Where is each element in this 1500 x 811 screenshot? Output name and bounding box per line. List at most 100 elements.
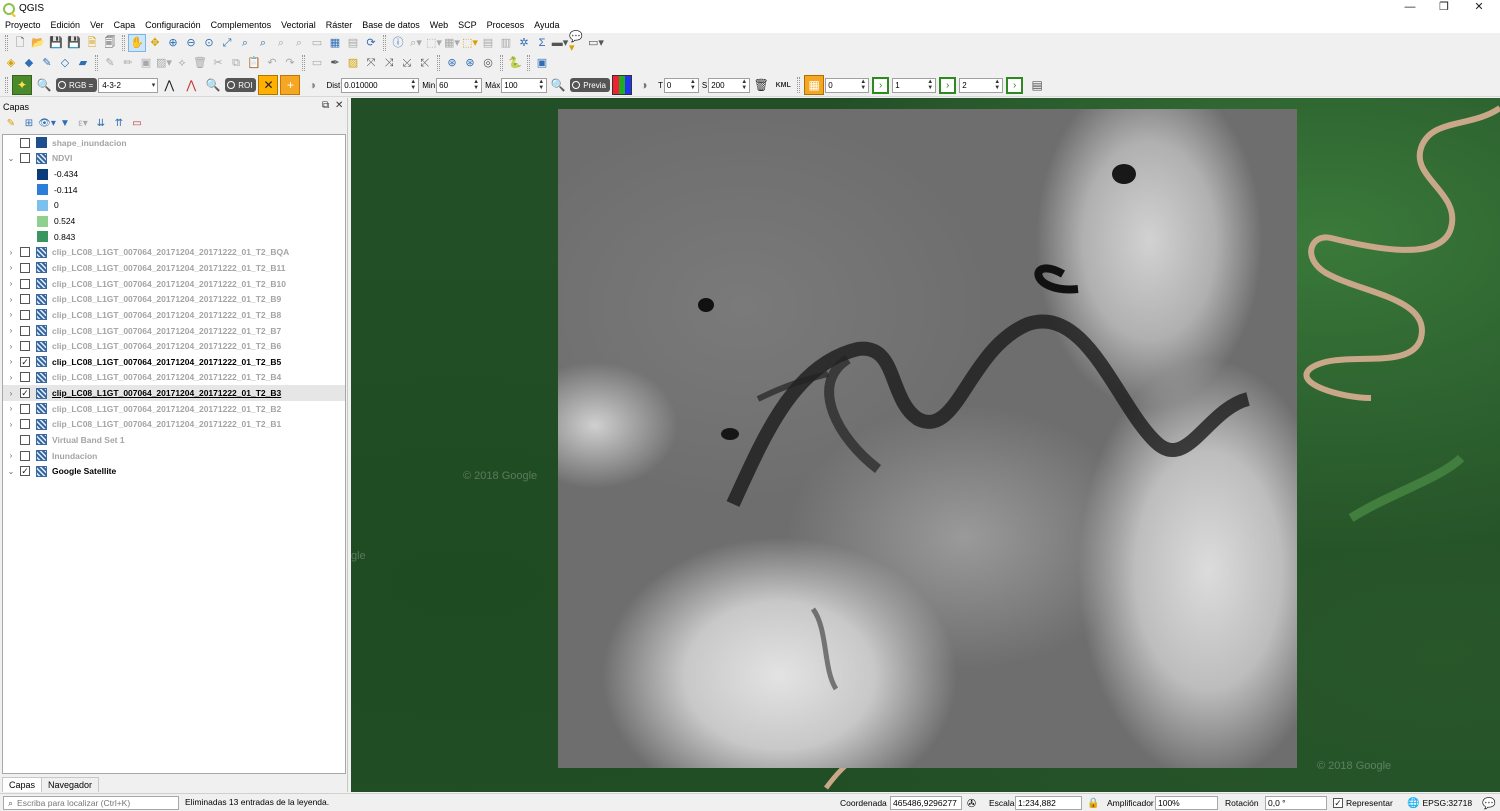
rotate-label-icon[interactable]: ⤨ [380, 54, 398, 72]
zoom-selection-icon[interactable]: ⌕ [236, 34, 254, 52]
menu-ver[interactable]: Ver [85, 17, 109, 33]
expand-chevron-icon[interactable]: › [7, 310, 15, 319]
change-label-icon[interactable]: ⤩ [398, 54, 416, 72]
zoom-native-icon[interactable]: ⊙ [200, 34, 218, 52]
add-roi-icon[interactable]: + [280, 75, 301, 95]
filter-legend-icon[interactable]: ▼ [56, 116, 74, 132]
new-project-icon[interactable]: 🗋 [11, 34, 29, 52]
save-project-icon[interactable]: 💾 [47, 34, 65, 52]
create-roi-icon[interactable]: ✕ [258, 75, 279, 95]
redo-roi-icon[interactable]: ◑ [302, 75, 322, 95]
attribute-table-icon[interactable]: ▤ [479, 34, 497, 52]
layer-row[interactable]: › clip_LC08_L1GT_007064_20171204_20171222… [3, 307, 345, 323]
layer-row[interactable]: › clip_LC08_L1GT_007064_20171204_20171222… [3, 291, 345, 307]
band-3-spinbox[interactable]: 2 ▲ ▼ [959, 77, 1004, 93]
copy-features-icon[interactable]: ⧉ [227, 54, 245, 72]
save-as-icon[interactable]: 💾 [65, 34, 83, 52]
menu-proyecto[interactable]: Proyecto [0, 17, 46, 33]
layer-visibility-checkbox[interactable] [20, 419, 30, 430]
layer-row[interactable]: ⌄ ✓ Google Satellite [3, 463, 345, 479]
lock-scale-icon[interactable]: 🔒 [1087, 796, 1099, 810]
expand-chevron-icon[interactable]: › [7, 357, 15, 366]
refresh-icon[interactable]: ⟳ [362, 34, 380, 52]
show-bookmarks-icon[interactable]: ▦ [326, 34, 344, 52]
min-spinbox[interactable]: 60 ▲ ▼ [436, 77, 483, 93]
scp-home-icon[interactable]: ✦ [12, 75, 32, 95]
print-layout-icon[interactable]: 🗎 [83, 34, 101, 52]
select-by-area-icon[interactable]: ⬚▾ [425, 34, 443, 52]
layer-row[interactable]: › clip_LC08_L1GT_007064_20171204_20171222… [3, 276, 345, 292]
t-spinbox[interactable]: 0 ▲ ▼ [663, 77, 699, 93]
add-group-icon[interactable]: ⊞ [20, 116, 38, 132]
remove-layer-icon[interactable]: ▭ [128, 116, 146, 132]
layer-visibility-checkbox[interactable] [20, 262, 30, 273]
delete-selected-icon[interactable]: 🗑 [191, 54, 209, 72]
float-panel-icon[interactable]: ⧉ [322, 100, 329, 112]
layer-row[interactable]: › ✓ clip_LC08_L1GT_007064_20171204_2017122… [3, 385, 345, 401]
text-annotation-icon[interactable]: 💬▾ [569, 32, 587, 54]
cut-features-icon[interactable]: ✂ [209, 54, 227, 72]
help-icon[interactable]: ▣ [533, 54, 551, 72]
expand-chevron-icon[interactable]: › [7, 248, 15, 257]
menu-capa[interactable]: Capa [109, 17, 141, 33]
menu-complementos[interactable]: Complementos [206, 17, 277, 33]
layer-row[interactable]: › clip_LC08_L1GT_007064_20171204_20171222… [3, 260, 345, 276]
messages-icon[interactable]: 💬 [1482, 796, 1496, 810]
s-spinbox[interactable]: 200 ▲ ▼ [708, 77, 751, 93]
layer-row[interactable]: › clip_LC08_L1GT_007064_20171204_20171222… [3, 323, 345, 339]
band-2-apply-button[interactable]: › [939, 76, 957, 94]
local-std-dev-icon[interactable]: ⋀ [181, 75, 201, 95]
expand-chevron-icon[interactable]: › [7, 373, 15, 382]
manage-themes-icon[interactable]: 👁▾ [38, 116, 56, 132]
add-database-icon[interactable]: ▰ [74, 54, 92, 72]
menu-procesos[interactable]: Procesos [482, 17, 530, 33]
zoom-out-icon[interactable]: ⊖ [182, 34, 200, 52]
scp-zoom-input-icon[interactable]: 🔍 [34, 75, 54, 95]
layer-visibility-checkbox[interactable]: ✓ [20, 466, 30, 477]
maximize-button[interactable]: ❐ [1429, 0, 1459, 17]
layout-manager-icon[interactable]: 🗐 [101, 34, 119, 52]
dist-spinbox[interactable]: 0.010000 ▲ ▼ [341, 77, 420, 93]
open-project-icon[interactable]: 📂 [29, 34, 47, 52]
locator-search[interactable]: ⌕ Escriba para localizar (Ctrl+K) [3, 796, 179, 810]
show-hide-labels-icon[interactable]: ⤪ [416, 54, 434, 72]
layer-row[interactable]: › clip_LC08_L1GT_007064_20171204_20171222… [3, 338, 345, 354]
pan-to-selection-icon[interactable]: ✥ [146, 34, 164, 52]
expand-chevron-icon[interactable]: ⌄ [7, 467, 15, 476]
plugin-globe-icon[interactable]: ⊛ [443, 54, 461, 72]
measure-icon[interactable]: ▬▾ [551, 34, 569, 52]
band-3-apply-button[interactable]: › [1006, 76, 1024, 94]
magnifier-spinbox[interactable]: 100% [1155, 796, 1218, 810]
expand-chevron-icon[interactable]: › [7, 420, 15, 429]
scp-zoom-roi-icon[interactable]: 🔍 [203, 75, 223, 95]
expand-chevron-icon[interactable]: › [7, 404, 15, 413]
local-cumulative-cut-icon[interactable]: ⋀ [159, 75, 179, 95]
close-panel-icon[interactable]: ✕ [335, 100, 343, 112]
menu-vectorial[interactable]: Vectorial [276, 17, 321, 33]
plugin-globe-3-icon[interactable]: ◎ [479, 54, 497, 72]
python-console-icon[interactable]: 🐍 [506, 54, 524, 72]
current-edits-icon[interactable]: ✎ [101, 54, 119, 72]
select-features-icon[interactable]: ⌕▾ [407, 34, 425, 52]
add-vector-icon[interactable]: ◆ [20, 54, 38, 72]
paste-features-icon[interactable]: 📋 [245, 54, 263, 72]
menu-ayuda[interactable]: Ayuda [529, 17, 564, 33]
expand-chevron-icon[interactable]: › [7, 263, 15, 272]
coordinate-field[interactable]: 465486,9296277 [890, 796, 962, 810]
layer-row[interactable]: ⌄ NDVI [3, 151, 345, 167]
expand-all-icon[interactable]: ⇊ [92, 116, 110, 132]
layer-visibility-checkbox[interactable] [20, 372, 30, 383]
toggle-editing-icon[interactable]: ✏ [119, 54, 137, 72]
kml-button[interactable]: KML [773, 75, 793, 95]
save-edits-icon[interactable]: ▣ [137, 54, 155, 72]
layer-visibility-checkbox[interactable] [20, 403, 30, 414]
layer-row[interactable]: › clip_LC08_L1GT_007064_20171204_20171222… [3, 370, 345, 386]
new-bookmark-icon[interactable]: ▭ [308, 34, 326, 52]
rotation-spinbox[interactable]: 0,0 ° [1265, 796, 1327, 810]
add-feature-icon[interactable]: ▨▾ [155, 54, 173, 72]
zoom-last-icon[interactable]: ⌕ [272, 34, 290, 52]
tab-navegador[interactable]: Navegador [41, 777, 100, 792]
plugin-globe-2-icon[interactable]: ⊛ [461, 54, 479, 72]
layer-visibility-checkbox[interactable] [20, 434, 30, 445]
map-tips-icon[interactable]: ▤ [344, 34, 362, 52]
